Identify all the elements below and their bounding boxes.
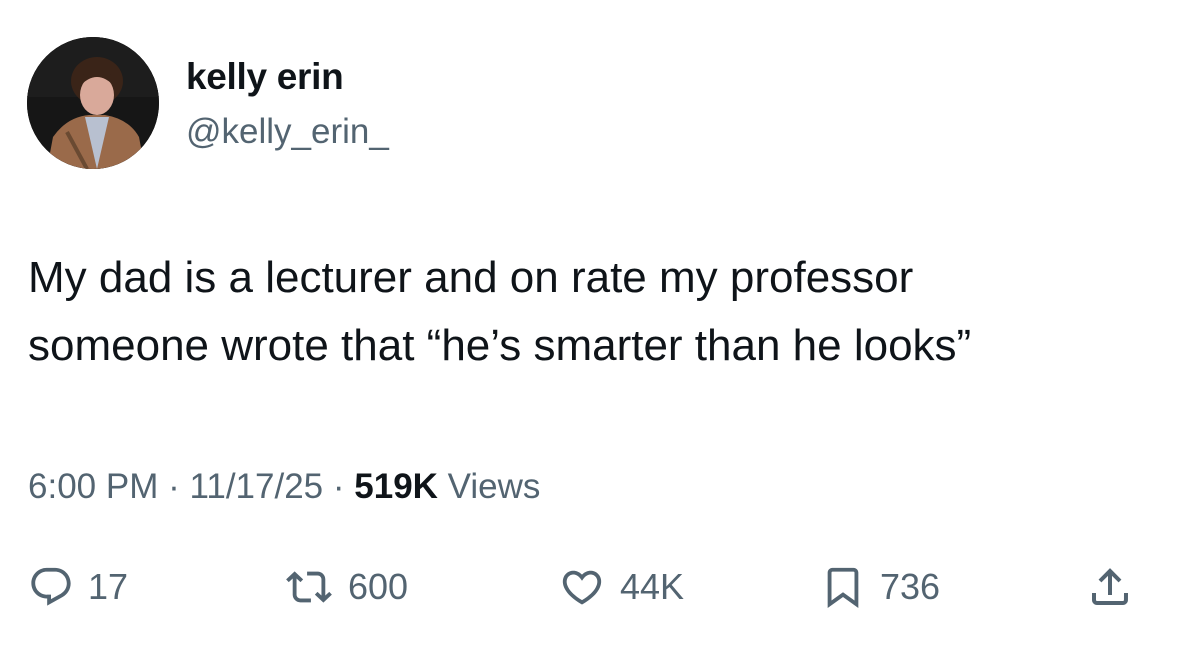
bookmark-icon <box>820 562 866 612</box>
share-icon <box>1086 563 1134 611</box>
retweet-count: 600 <box>348 566 409 607</box>
reply-button[interactable]: 17 <box>28 552 128 622</box>
retweet-button[interactable]: 600 <box>284 552 408 622</box>
like-count: 44K <box>620 566 685 607</box>
tweet-meta: 6:00 PM · 11/17/25 · 519K Views <box>28 462 540 512</box>
tweet-actions: 17 600 44K 736 <box>0 552 1179 622</box>
bookmark-count: 736 <box>880 566 941 607</box>
like-button[interactable]: 44K <box>558 552 684 622</box>
views-label: Views <box>447 467 541 506</box>
tweet-text-line: My dad is a lecturer and on rate my prof… <box>28 253 914 302</box>
tweet-text-line: someone wrote that “he’s smarter than he… <box>28 321 972 370</box>
avatar-photo <box>27 37 159 169</box>
reply-count: 17 <box>88 566 129 607</box>
author-display-name[interactable]: kelly erin <box>186 52 344 102</box>
heart-icon <box>558 564 606 610</box>
meta-separator: · <box>332 467 345 506</box>
views-count: 519K <box>354 467 438 506</box>
bookmark-button[interactable]: 736 <box>820 552 940 622</box>
retweet-icon <box>284 564 334 610</box>
avatar[interactable] <box>27 37 159 169</box>
reply-icon <box>28 564 74 610</box>
meta-separator: · <box>168 467 180 506</box>
share-button[interactable] <box>1086 552 1134 622</box>
tweet-time[interactable]: 6:00 PM <box>28 467 158 506</box>
tweet-date[interactable]: 11/17/25 <box>189 467 323 506</box>
author-handle[interactable]: @kelly_erin_ <box>186 108 389 156</box>
tweet-text: My dad is a lecturer and on rate my prof… <box>28 244 1148 380</box>
